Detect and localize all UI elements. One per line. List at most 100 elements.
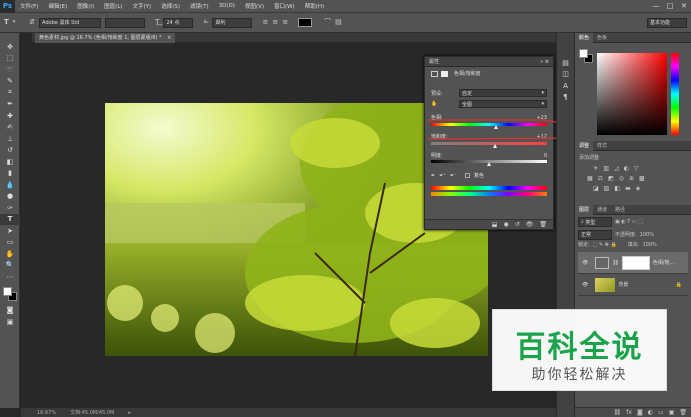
- blur-tool-icon[interactable]: 💧: [0, 179, 20, 191]
- tab-paths[interactable]: 路径: [611, 206, 629, 213]
- visibility-icon[interactable]: 👁: [526, 221, 534, 228]
- menu-view[interactable]: 视图(V): [240, 2, 269, 10]
- chain-icon[interactable]: ⛓: [612, 260, 618, 266]
- status-arrow-icon[interactable]: ▸: [128, 410, 131, 416]
- character-panel-icon[interactable]: A: [557, 80, 574, 92]
- move-tool-icon[interactable]: ✥: [0, 41, 20, 53]
- font-style-select[interactable]: [105, 17, 146, 28]
- character-panel-icon[interactable]: ▤: [335, 19, 342, 26]
- menu-help[interactable]: 帮助(H): [300, 2, 329, 10]
- align-center-icon[interactable]: ≡: [272, 19, 278, 26]
- type-tool-icon[interactable]: T: [4, 19, 9, 26]
- font-size-select[interactable]: 24 点: [163, 17, 194, 28]
- new-group-icon[interactable]: ▭: [658, 409, 664, 416]
- reset-icon[interactable]: ↺: [515, 221, 520, 228]
- pen-tool-icon[interactable]: ✑: [0, 202, 20, 214]
- link-layers-icon[interactable]: ⛓: [614, 409, 622, 416]
- hand-tool-icon[interactable]: ✋: [0, 248, 20, 260]
- fill-value[interactable]: 100%: [642, 242, 656, 248]
- type-tool-icon[interactable]: T: [0, 213, 20, 225]
- paragraph-panel-icon[interactable]: ¶: [557, 92, 574, 104]
- selective-color-icon[interactable]: ◈: [636, 185, 641, 192]
- lightness-value[interactable]: 0: [544, 153, 547, 159]
- close-tab-icon[interactable]: ×: [167, 35, 171, 41]
- opacity-value[interactable]: 100%: [640, 232, 654, 238]
- hand-target-icon[interactable]: ✋: [431, 101, 437, 107]
- font-family-select[interactable]: Adobe 黑体 Std: [39, 17, 102, 28]
- gradient-tool-icon[interactable]: ▮: [0, 168, 20, 180]
- screen-mode-icon[interactable]: ▣: [0, 316, 20, 328]
- clip-to-layer-icon[interactable]: ⬓: [492, 221, 498, 228]
- blend-mode-select[interactable]: 正常: [578, 229, 612, 240]
- tab-adjustments[interactable]: 调整: [575, 140, 594, 151]
- crop-tool-icon[interactable]: ⌗: [0, 87, 20, 99]
- hue-spectrum-bar[interactable]: [671, 53, 679, 135]
- eyedropper-tool-icon[interactable]: ✒: [0, 99, 20, 111]
- zoom-level[interactable]: 16.67%: [37, 410, 56, 416]
- antialias-select[interactable]: 犀利: [212, 17, 253, 28]
- eyedropper-plus-icon[interactable]: ✒⁺: [439, 173, 446, 179]
- posterize-icon[interactable]: ▨: [604, 185, 610, 192]
- dodge-tool-icon[interactable]: ●: [0, 191, 20, 203]
- zoom-tool-icon[interactable]: 🔍: [0, 260, 20, 272]
- text-orientation-icon[interactable]: ⇵: [29, 19, 35, 26]
- channel-select[interactable]: 全图 ▾: [459, 100, 547, 108]
- menu-edit[interactable]: 编辑(E): [43, 2, 72, 10]
- brush-tool-icon[interactable]: ✍: [0, 122, 20, 134]
- visibility-icon[interactable]: 👁: [582, 282, 588, 288]
- layer-row-adjustment[interactable]: 👁 ⛓ 色相/饱...: [578, 252, 688, 274]
- fx-icon[interactable]: fx: [626, 409, 632, 416]
- lock-icons[interactable]: ⬚ ✎ ✥ 🔒: [593, 242, 617, 248]
- menu-file[interactable]: 文件(F): [15, 2, 43, 10]
- lightness-slider-thumb[interactable]: [486, 162, 491, 166]
- tab-layers[interactable]: 图层: [575, 204, 594, 215]
- panel-menu-icon[interactable]: » ≡: [540, 59, 549, 65]
- history-brush-tool-icon[interactable]: ↺: [0, 145, 20, 157]
- warp-text-icon[interactable]: ⌒: [324, 19, 331, 26]
- maximize-button[interactable]: □: [663, 0, 677, 13]
- fg-color-chip[interactable]: [579, 49, 588, 58]
- delete-layer-icon[interactable]: 🗑: [679, 409, 687, 416]
- document-tab[interactable]: 黄色素材.jpg @ 16.7% (色相/饱和度 1, 图层蒙版/8) * ×: [35, 33, 176, 43]
- layer-mask-thumb[interactable]: [621, 255, 650, 270]
- menu-select[interactable]: 选择(S): [156, 2, 185, 10]
- invert-icon[interactable]: ◪: [593, 185, 599, 192]
- preset-select[interactable]: 自定 ▾: [459, 89, 547, 97]
- healing-brush-tool-icon[interactable]: ✚: [0, 110, 20, 122]
- shape-tool-icon[interactable]: ▭: [0, 237, 20, 249]
- foreground-color-swatch[interactable]: [3, 286, 12, 296]
- eyedropper-icon[interactable]: ✒: [431, 173, 435, 179]
- bw-icon[interactable]: ◩: [608, 175, 614, 182]
- tab-channels[interactable]: 通道: [593, 206, 611, 213]
- layer-row-background[interactable]: 👁 背景 🔒: [578, 274, 688, 296]
- curves-icon[interactable]: ◿: [614, 165, 619, 172]
- lasso-tool-icon[interactable]: ➰: [0, 64, 20, 76]
- vibrance-icon[interactable]: ▽: [634, 165, 639, 172]
- text-color-swatch[interactable]: [298, 18, 313, 27]
- layer-name[interactable]: 色相/饱...: [653, 259, 674, 266]
- channel-mixer-icon[interactable]: ⊕: [629, 175, 634, 182]
- eyedropper-minus-icon[interactable]: ✒⁻: [450, 173, 457, 179]
- visibility-icon[interactable]: 👁: [582, 260, 588, 266]
- colorize-checkbox[interactable]: [464, 173, 470, 178]
- layer-name[interactable]: 背景: [618, 281, 628, 288]
- photo-filter-icon[interactable]: ◎: [619, 175, 624, 182]
- view-previous-icon[interactable]: ◉: [503, 221, 508, 228]
- properties-panel-icon[interactable]: ◫: [557, 69, 574, 81]
- path-select-tool-icon[interactable]: ➤: [0, 225, 20, 237]
- threshold-icon[interactable]: ◧: [614, 185, 620, 192]
- quick-mask-icon[interactable]: ◙: [0, 305, 20, 317]
- history-panel-icon[interactable]: ▤: [557, 57, 574, 69]
- more-tools-icon[interactable]: ⋯: [0, 271, 20, 283]
- kind-filter-select[interactable]: ⌕ 类型: [578, 217, 612, 227]
- adjustment-layer-icon[interactable]: [431, 70, 438, 77]
- quick-select-tool-icon[interactable]: ✎: [0, 76, 20, 88]
- saturation-slider[interactable]: [431, 142, 547, 145]
- mask-icon[interactable]: [441, 70, 448, 77]
- exposure-icon[interactable]: ◐: [624, 165, 629, 172]
- properties-header[interactable]: 属性 » ≡: [425, 57, 553, 67]
- marquee-tool-icon[interactable]: ⬚: [0, 53, 20, 65]
- color-balance-icon[interactable]: ⚖: [598, 175, 603, 182]
- tab-styles[interactable]: 样式: [593, 142, 611, 149]
- hue-sat-icon[interactable]: ▦: [587, 175, 593, 182]
